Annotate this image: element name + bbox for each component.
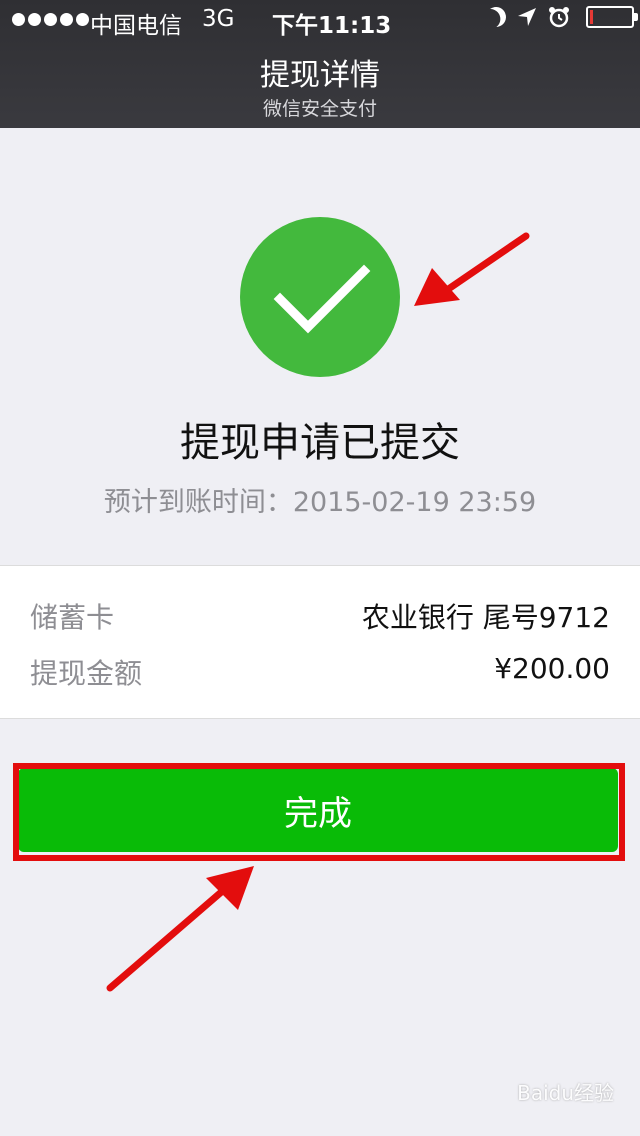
annotation-arrow-bottom	[106, 884, 230, 992]
watermark-logo: Baidu经验	[517, 1081, 614, 1105]
annotation-arrows	[106, 232, 530, 992]
annotation-arrow-top	[440, 232, 530, 296]
